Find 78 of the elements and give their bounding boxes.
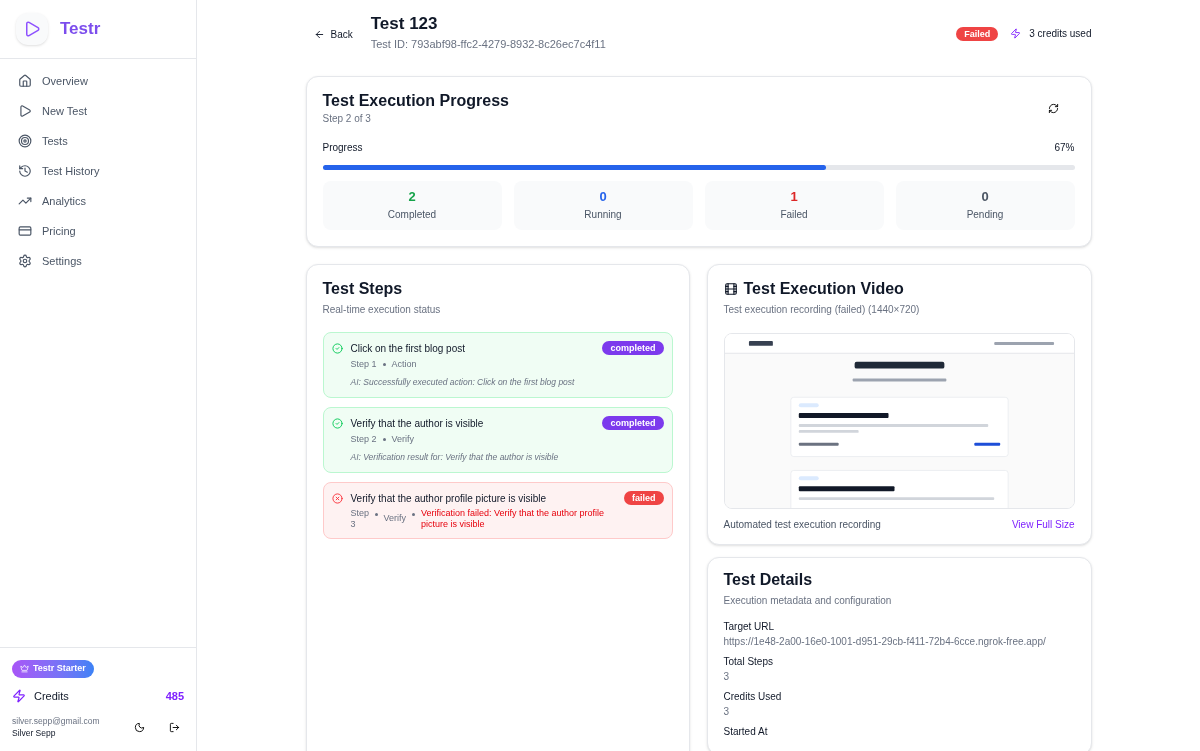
status-badge: failed xyxy=(624,491,664,505)
nav-item[interactable]: Settings xyxy=(18,246,178,276)
test-id: Test ID: 793abf98-ffc2-4279-8932-8c26ec7c4f11 xyxy=(370,37,606,52)
stat-value: 0 xyxy=(981,188,989,205)
card-title: Test Details xyxy=(723,569,814,590)
nav-item[interactable]: New Test xyxy=(18,96,178,126)
refresh-icon xyxy=(1047,102,1059,114)
check-circle-icon xyxy=(331,417,343,429)
logout-icon xyxy=(169,722,180,733)
plan-badge: Testr Starter xyxy=(12,660,94,678)
progress-label: Progress xyxy=(322,140,363,155)
stat-value: 1 xyxy=(790,188,798,205)
detail-value: 3 xyxy=(723,704,731,718)
view-full-size-link[interactable]: View Full Size xyxy=(1011,516,1075,532)
status-badge: Failed xyxy=(956,26,999,41)
card-title: Test Execution Progress xyxy=(322,90,509,111)
credits-label: Credits xyxy=(34,688,69,704)
back-button[interactable]: Back xyxy=(313,27,353,42)
nav-item[interactable]: Analytics xyxy=(18,186,178,216)
nav-item[interactable]: Pricing xyxy=(18,216,178,246)
stat-label: Completed xyxy=(387,207,437,222)
stat-label: Failed xyxy=(780,207,808,222)
step-type: Action xyxy=(391,357,417,371)
brand-name: Testr xyxy=(60,18,101,41)
detail-label: Credits Used xyxy=(723,689,783,703)
history-icon xyxy=(18,164,32,178)
card-subtitle: Step 2 of 3 xyxy=(322,111,372,126)
lightning-icon xyxy=(1010,28,1022,39)
card-icon xyxy=(18,224,32,238)
step-title: Click on the first blog post xyxy=(350,341,465,356)
x-circle-icon xyxy=(331,493,343,504)
step-number: Step 1 xyxy=(350,357,377,371)
film-icon xyxy=(723,281,738,296)
detail-value: https://1e48-2a00-16e0-1001-d951-29cb-f411-72b4-6cce.ngrok-free.app/ xyxy=(723,634,1047,648)
card-title: Test Execution Video xyxy=(743,278,904,299)
credits-used: 3 credits used xyxy=(1029,27,1092,41)
status-badge: completed xyxy=(602,415,664,430)
target-icon xyxy=(18,134,32,148)
step-number: Step 2 xyxy=(350,432,377,446)
credits-value: 485 xyxy=(165,688,184,704)
user-name: Silver Sepp xyxy=(12,727,57,739)
detail-label: Total Steps xyxy=(723,654,774,668)
logo-icon xyxy=(16,13,48,45)
detail-label: Started At xyxy=(723,724,769,738)
card-subtitle: Test execution recording (failed) (1440×720) xyxy=(723,302,921,317)
stat-label: Pending xyxy=(966,207,1004,222)
check-circle-icon xyxy=(331,342,343,354)
detail-label: Target URL xyxy=(723,619,776,633)
stat-value: 0 xyxy=(599,188,607,205)
stat-label: Running xyxy=(584,207,622,222)
step-note: AI: Successfully executed action: Click on the first blog post xyxy=(350,376,576,389)
card-title: Test Steps xyxy=(322,278,404,299)
nav-item[interactable]: Test History xyxy=(18,156,178,186)
user-email: silver.sepp@gmail.com xyxy=(12,716,100,727)
status-badge: completed xyxy=(602,340,664,355)
settings-icon xyxy=(18,254,32,268)
arrow-left-icon xyxy=(313,29,325,40)
step-type: Verify xyxy=(391,432,415,446)
moon-icon xyxy=(134,722,145,733)
card-subtitle: Real-time execution status xyxy=(322,302,442,317)
step-number: Step 3 xyxy=(350,508,369,530)
play-icon xyxy=(18,104,32,118)
page-title: Test 123 xyxy=(370,14,439,34)
video-caption: Automated test execution recording xyxy=(723,517,881,532)
progress-percent: 67% xyxy=(1054,140,1075,155)
step-error: Verification failed: Verify that the author profile picture is visible xyxy=(421,508,606,530)
stat-value: 2 xyxy=(408,188,416,205)
step-title: Verify that the author is visible xyxy=(350,416,484,431)
detail-value: 3 xyxy=(723,669,731,683)
lightning-icon xyxy=(12,688,26,703)
step-type: Verify xyxy=(383,513,406,524)
nav-item[interactable]: Overview xyxy=(18,66,178,96)
card-subtitle: Execution metadata and configuration xyxy=(723,593,893,608)
crown-icon xyxy=(20,664,29,674)
step-title: Verify that the author profile picture is visible xyxy=(350,492,547,506)
house-icon xyxy=(18,74,32,88)
step-note: AI: Verification result for: Verify that the author is visible xyxy=(350,451,560,464)
nav-item[interactable]: Tests xyxy=(18,126,178,156)
